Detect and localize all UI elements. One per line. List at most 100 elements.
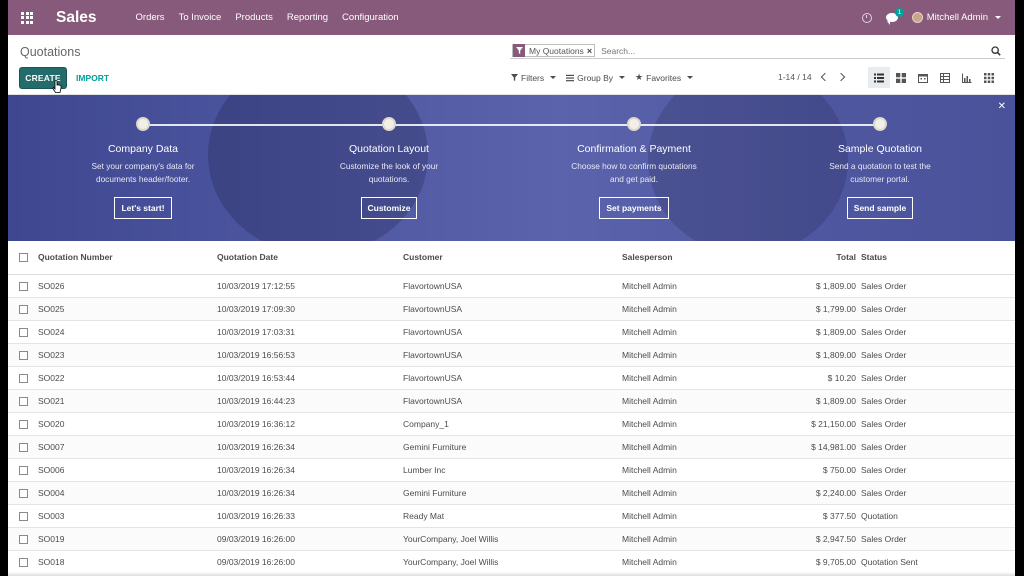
table-row[interactable]: SO020 10/03/2019 16:36:12 Company_1 Mitchel…: [8, 411, 1015, 435]
row-checkbox[interactable]: [19, 557, 28, 567]
cell-customer: Ready Mat: [403, 503, 622, 527]
table-row[interactable]: SO003 10/03/2019 16:26:33 Ready Mat Mitchel…: [8, 503, 1015, 527]
apps-menu-icon[interactable]: [10, 0, 44, 35]
cell-quotation-date: 09/03/2019 16:26:00: [217, 526, 403, 550]
column-header-status[interactable]: Status: [861, 241, 1015, 275]
column-header-quotation-date[interactable]: Quotation Date: [217, 241, 403, 275]
pager-previous-icon[interactable]: [820, 72, 829, 82]
group-by-dropdown[interactable]: Group By: [566, 72, 626, 83]
filters-dropdown[interactable]: Filters: [511, 72, 557, 83]
select-all-checkbox-cell[interactable]: [8, 241, 38, 275]
menu-configuration[interactable]: Configuration: [335, 12, 406, 23]
menu-to-invoice[interactable]: To Invoice: [172, 12, 229, 23]
cell-quotation-number: SO021: [38, 388, 217, 412]
row-checkbox-cell[interactable]: [8, 296, 38, 320]
row-checkbox-cell[interactable]: [8, 434, 38, 458]
row-checkbox[interactable]: [19, 327, 28, 337]
step-title: Quotation Layout: [349, 143, 429, 155]
cell-quotation-number: SO018: [38, 549, 217, 573]
row-checkbox-cell[interactable]: [8, 388, 38, 412]
graph-view-icon[interactable]: [956, 67, 978, 88]
table-row[interactable]: SO006 10/03/2019 16:26:34 Lumber Inc Mitche…: [8, 457, 1015, 481]
table-row[interactable]: SO025 10/03/2019 17:09:30 FlavortownUSA Mit…: [8, 296, 1015, 320]
table-row[interactable]: SO022 10/03/2019 16:53:44 FlavortownUSA Mit…: [8, 365, 1015, 389]
search-icon[interactable]: [989, 44, 1003, 58]
customize-button[interactable]: Customize: [360, 197, 418, 219]
menu-products[interactable]: Products: [228, 12, 280, 23]
row-checkbox-cell[interactable]: [8, 480, 38, 504]
row-checkbox[interactable]: [19, 442, 28, 452]
app-brand[interactable]: Sales: [56, 9, 97, 27]
row-checkbox[interactable]: [19, 396, 28, 406]
row-checkbox[interactable]: [19, 511, 28, 521]
row-checkbox[interactable]: [19, 350, 28, 360]
facet-remove-icon[interactable]: ×: [587, 46, 594, 56]
row-checkbox[interactable]: [19, 281, 28, 291]
step-description: Set your company's data for documents hea…: [91, 161, 195, 184]
column-header-total[interactable]: Total: [762, 241, 861, 275]
messaging-menu[interactable]: 1: [885, 8, 905, 25]
row-checkbox[interactable]: [19, 465, 28, 475]
page-title: Quotations: [20, 45, 81, 59]
step-company-data: Company Data Set your company's data for…: [58, 117, 228, 219]
search-input[interactable]: [601, 45, 989, 56]
row-checkbox[interactable]: [19, 419, 28, 429]
import-button[interactable]: IMPORT: [76, 73, 109, 83]
table-row[interactable]: SO007 10/03/2019 16:26:34 Gemini Furniture…: [8, 434, 1015, 458]
send-sample-button[interactable]: Send sample: [846, 197, 914, 219]
row-checkbox[interactable]: [19, 304, 28, 314]
pager-next-icon[interactable]: [836, 72, 845, 82]
menu-orders[interactable]: Orders: [129, 12, 172, 23]
close-icon[interactable]: ✕: [998, 101, 1006, 112]
lets-start-button[interactable]: Let's start!: [114, 197, 172, 219]
cell-customer: FlavortownUSA: [403, 388, 622, 412]
kanban-view-icon[interactable]: [890, 67, 912, 88]
list-view-icon[interactable]: [868, 67, 890, 88]
pager-value[interactable]: 1-14 / 14: [778, 72, 812, 82]
table-row[interactable]: SO019 09/03/2019 16:26:00 YourCompany, Joe…: [8, 526, 1015, 550]
cell-status: Sales Order: [861, 296, 1015, 320]
group-by-label: Group By: [577, 72, 614, 83]
cell-quotation-number: SO025: [38, 296, 217, 320]
row-checkbox[interactable]: [19, 534, 28, 544]
cell-quotation-number: SO023: [38, 342, 217, 366]
row-checkbox-cell[interactable]: [8, 319, 38, 343]
activity-view-icon[interactable]: [978, 67, 1000, 88]
cell-salesperson: Mitchell Admin: [622, 319, 762, 343]
row-checkbox-cell[interactable]: [8, 457, 38, 481]
row-checkbox-cell[interactable]: [8, 526, 38, 550]
search-bar: My Quotations ×: [510, 43, 1005, 59]
row-checkbox-cell[interactable]: [8, 273, 38, 297]
select-all-checkbox[interactable]: [19, 253, 28, 263]
column-header-customer[interactable]: Customer: [403, 241, 622, 275]
row-checkbox-cell[interactable]: [8, 365, 38, 389]
table-row[interactable]: SO024 10/03/2019 17:03:31 FlavortownUSA Mit…: [8, 319, 1015, 343]
cell-customer: Company_1: [403, 411, 622, 435]
cell-customer: YourCompany, Joel Willis: [403, 549, 622, 573]
column-header-quotation-number[interactable]: Quotation Number: [38, 241, 217, 275]
row-checkbox-cell[interactable]: [8, 342, 38, 366]
activity-clock-icon[interactable]: [861, 12, 872, 23]
user-menu[interactable]: Mitchell Admin: [911, 12, 1001, 23]
row-checkbox[interactable]: [19, 373, 28, 383]
cell-total: $ 2,947.50: [762, 526, 861, 550]
cell-total: $ 750.00: [762, 457, 861, 481]
table-row[interactable]: SO026 10/03/2019 17:12:55 FlavortownUSA Mit…: [8, 273, 1015, 297]
set-payments-button[interactable]: Set payments: [599, 197, 669, 219]
row-checkbox-cell[interactable]: [8, 503, 38, 527]
table-row[interactable]: SO018 09/03/2019 16:26:00 YourCompany, Joe…: [8, 549, 1015, 573]
table-row[interactable]: SO021 10/03/2019 16:44:23 FlavortownUSA Mit…: [8, 388, 1015, 412]
search-options: Filters Group By ★ Favorites: [511, 72, 694, 83]
column-header-salesperson[interactable]: Salesperson: [622, 241, 762, 275]
cell-customer: FlavortownUSA: [403, 342, 622, 366]
calendar-view-icon[interactable]: [912, 67, 934, 88]
menu-reporting[interactable]: Reporting: [280, 12, 335, 23]
row-checkbox-cell[interactable]: [8, 411, 38, 435]
favorites-dropdown[interactable]: ★ Favorites: [635, 72, 694, 83]
row-checkbox-cell[interactable]: [8, 549, 38, 573]
cell-quotation-date: 09/03/2019 16:26:00: [217, 549, 403, 573]
table-row[interactable]: SO023 10/03/2019 16:56:53 FlavortownUSA Mit…: [8, 342, 1015, 366]
pivot-view-icon[interactable]: [934, 67, 956, 88]
row-checkbox[interactable]: [19, 488, 28, 498]
table-row[interactable]: SO004 10/03/2019 16:26:34 Gemini Furniture…: [8, 480, 1015, 504]
